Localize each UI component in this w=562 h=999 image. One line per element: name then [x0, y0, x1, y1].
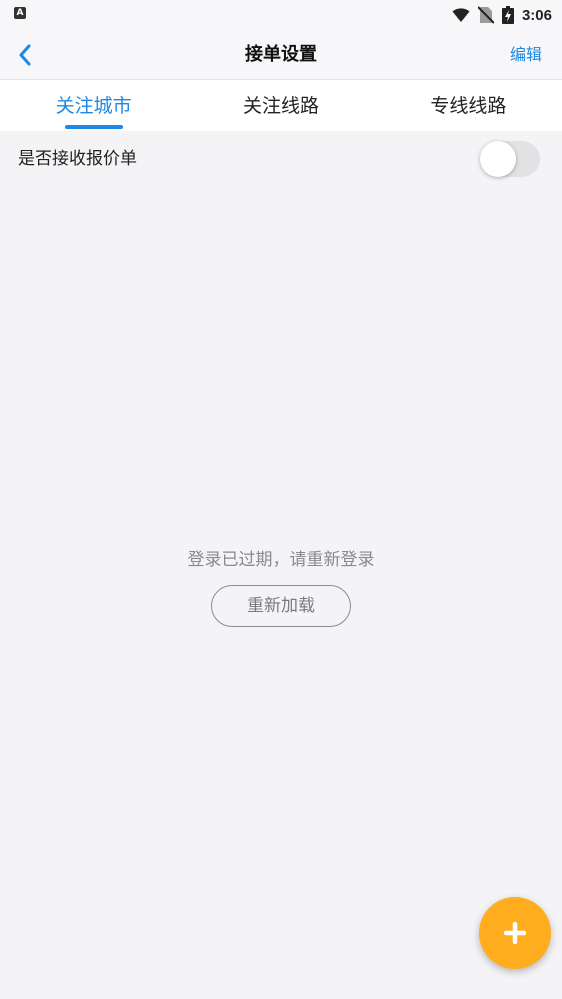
- session-expired-message: 登录已过期，请重新登录: [187, 550, 375, 570]
- tab-followed-routes[interactable]: 关注线路: [187, 80, 374, 131]
- tab-bar: 关注城市 关注线路 专线线路: [0, 80, 562, 131]
- receive-quotes-toggle[interactable]: [480, 141, 540, 177]
- tab-active-indicator: [64, 125, 123, 129]
- tab-label: 关注城市: [55, 95, 132, 117]
- plus-icon: [504, 922, 526, 944]
- edit-button[interactable]: 编辑: [510, 30, 542, 79]
- tab-dedicated-lines[interactable]: 专线线路: [375, 80, 562, 131]
- battery-charging-icon: [501, 6, 514, 24]
- page-title: 接单设置: [245, 44, 317, 65]
- wifi-icon: [452, 8, 470, 22]
- toggle-knob: [480, 141, 516, 177]
- nav-bar: 接单设置 编辑: [0, 30, 562, 80]
- status-icons: 3:06: [452, 4, 552, 26]
- tab-label: 关注线路: [242, 95, 319, 117]
- no-sim-icon: [477, 6, 494, 24]
- status-time: 3:06: [521, 6, 552, 24]
- chevron-left-icon: [19, 44, 31, 66]
- status-bar: A 3:06: [0, 0, 562, 30]
- back-button[interactable]: [8, 38, 42, 72]
- tab-label: 专线线路: [430, 95, 507, 117]
- add-fab-button[interactable]: [479, 897, 551, 969]
- tab-followed-cities[interactable]: 关注城市: [0, 80, 187, 131]
- receive-quotes-row: 是否接收报价单: [0, 131, 562, 187]
- reload-button[interactable]: 重新加载: [211, 585, 351, 627]
- receive-quotes-label: 是否接收报价单: [18, 149, 137, 169]
- app-notification-icon: A: [14, 7, 26, 19]
